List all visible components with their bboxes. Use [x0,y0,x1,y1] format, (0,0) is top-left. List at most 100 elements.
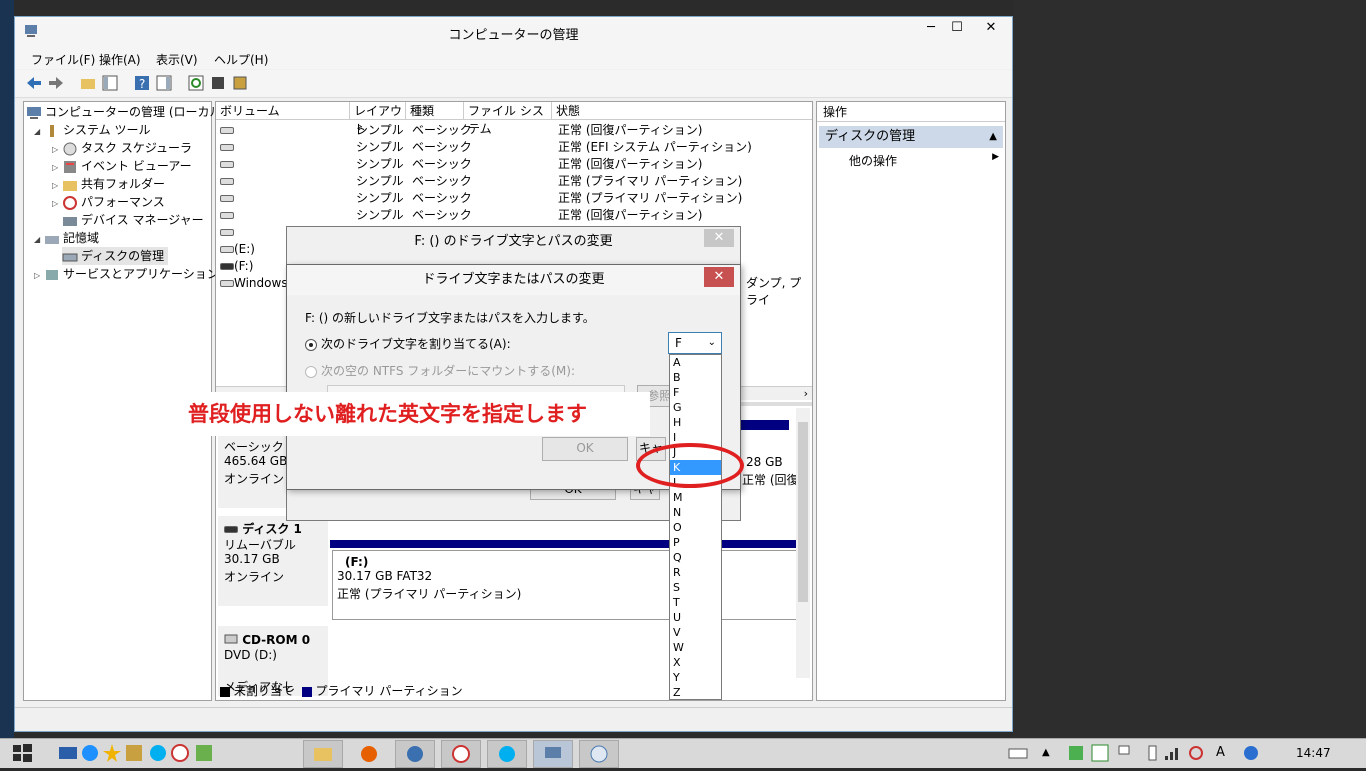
keyboard-icon[interactable] [1006,741,1030,765]
collapse-arrow-icon[interactable]: ◢ [34,235,44,244]
action-disk-management[interactable]: ディスクの管理 ▲ [819,126,1003,148]
taskbar-no-entry[interactable] [441,740,481,768]
notification-icon[interactable] [1240,741,1264,765]
column-filesystem[interactable]: ファイル システム [464,102,552,136]
skype-icon[interactable] [146,741,170,765]
radio-mount-folder[interactable]: 次の空の NTFS フォルダーにマウントする(M): [305,362,575,379]
close-button[interactable]: ✕ [970,17,1012,41]
green-app-icon[interactable] [192,741,216,765]
column-layout[interactable]: レイアウト [350,102,406,136]
radio-assign-letter[interactable]: 次のドライブ文字を割り当てる(A): [305,335,511,352]
dialog-close-button[interactable]: ✕ [704,267,734,287]
taskbar-explorer[interactable] [303,740,343,768]
column-type[interactable]: 種類 [406,102,464,120]
start-windows-icon[interactable] [10,741,34,765]
drive-letter-select[interactable]: F ⌄ [668,332,722,354]
flag-icon[interactable] [1112,741,1136,765]
expand-arrow-icon[interactable]: ▷ [52,163,62,172]
drive-letter-option[interactable]: Q [670,550,721,565]
internet-explorer-icon[interactable] [78,741,102,765]
desktop-icon[interactable] [56,741,80,765]
drive-letter-option[interactable]: Z [670,685,721,700]
scroll-right-icon[interactable]: › [804,387,808,400]
tree-event-viewer[interactable]: ▷ イベント ビューアー [52,157,192,175]
vertical-scrollbar[interactable] [796,408,810,678]
forward-arrow-icon[interactable] [47,74,65,92]
drive-letter-option[interactable]: W [670,640,721,655]
column-volume[interactable]: ボリューム [216,102,350,120]
drive-letter-option[interactable]: X [670,655,721,670]
menu-action[interactable]: 操作(A) [99,51,141,68]
tree-shared-folders[interactable]: ▷ 共有フォルダー [52,175,165,193]
ime-mode-icon[interactable]: A [1216,745,1240,769]
drive-letter-option[interactable]: G [670,400,721,415]
collapse-up-icon[interactable]: ▲ [989,126,997,148]
favorites-star-icon[interactable] [100,741,124,765]
drive-letter-option[interactable]: R [670,565,721,580]
tree-task-scheduler[interactable]: ▷ タスク スケジューラ [52,139,192,157]
volume-row[interactable]: シンプル ベーシック 正常 (プライマリ パーティション) [216,190,812,207]
tree-performance[interactable]: ▷ パフォーマンス [52,193,165,211]
minimize-button[interactable]: ─ [918,17,944,41]
action-more[interactable]: 他の操作 ▶ [849,152,999,169]
back-arrow-icon[interactable] [25,74,43,92]
drive-letter-option[interactable]: S [670,580,721,595]
drive-letter-option[interactable]: B [670,370,721,385]
taskbar-paint[interactable] [579,740,619,768]
taskbar-app[interactable] [395,740,435,768]
volume-row[interactable]: シンプル ベーシック 正常 (回復パーティション) [216,122,812,139]
disk-properties-icon[interactable] [231,74,249,92]
expand-arrow-icon[interactable]: ▷ [52,145,62,154]
scroll-thumb[interactable] [798,422,808,602]
drive-letter-option[interactable]: P [670,535,721,550]
volume-row[interactable]: シンプル ベーシック 正常 (EFI システム パーティション) [216,139,812,156]
tree-root[interactable]: コンピューターの管理 (ローカル) [26,103,226,121]
collapse-arrow-icon[interactable]: ◢ [34,127,44,136]
volume-muted-icon[interactable] [1184,741,1208,765]
no-entry-icon[interactable] [168,741,192,765]
tree-disk-management[interactable]: ディスクの管理 [62,247,169,265]
radio-checked-icon[interactable] [305,338,317,351]
vc-icon[interactable] [1088,741,1112,765]
drive-letter-option[interactable]: F [670,385,721,400]
radio-unchecked-icon[interactable] [305,365,317,378]
refresh-icon[interactable] [187,74,205,92]
drive-letter-option[interactable]: M [670,490,721,505]
menu-help[interactable]: ヘルプ(H) [214,51,268,68]
properties-icon[interactable] [209,74,227,92]
drive-letter-option[interactable]: U [670,610,721,625]
taskbar-computer-management[interactable] [533,740,573,768]
security-icon[interactable] [1064,741,1088,765]
up-folder-icon[interactable] [79,74,97,92]
tree-system-tools[interactable]: ◢ システム ツール [34,121,150,139]
menu-view[interactable]: 表示(V) [156,51,198,68]
show-hidden-icons-icon[interactable]: ▲ [1042,747,1066,771]
expand-arrow-icon[interactable]: ▷ [34,271,44,280]
taskbar-firefox[interactable] [349,740,389,768]
ok-button[interactable]: OK [542,437,628,461]
drive-letter-option[interactable]: T [670,595,721,610]
drive-letter-option[interactable]: O [670,520,721,535]
volume-row[interactable]: シンプル ベーシック 正常 (回復パーティション) [216,207,812,224]
taskbar-skype[interactable] [487,740,527,768]
drive-letter-option[interactable]: H [670,415,721,430]
volume-row[interactable]: シンプル ベーシック 正常 (回復パーティション) [216,156,812,173]
pinned-app-icon[interactable] [122,741,146,765]
show-action-pane-icon[interactable] [155,74,173,92]
expand-arrow-icon[interactable]: ▷ [52,181,62,190]
expand-arrow-icon[interactable]: ▷ [52,199,62,208]
disk1-partition[interactable]: (F:) 30.17 GB FAT32 正常 (プライマリ パーティション) [332,550,798,620]
maximize-button[interactable]: ☐ [944,17,970,41]
clock[interactable]: 14:47 [1296,746,1331,760]
volume-row[interactable]: シンプル ベーシック 正常 (プライマリ パーティション) [216,173,812,190]
network-signal-icon[interactable] [1160,741,1184,765]
help-icon[interactable]: ? [133,74,151,92]
column-status[interactable]: 状態 [552,102,812,120]
drive-letter-option[interactable]: N [670,505,721,520]
dialog-close-button[interactable]: ✕ [704,229,734,247]
tree-device-manager[interactable]: デバイス マネージャー [62,211,204,229]
tree-services[interactable]: ▷ サービスとアプリケーション [34,265,219,283]
disk1-label[interactable]: ディスク 1 リムーバブル 30.17 GB オンライン [218,516,328,606]
drive-letter-option[interactable]: V [670,625,721,640]
drive-letter-option[interactable]: A [670,355,721,370]
